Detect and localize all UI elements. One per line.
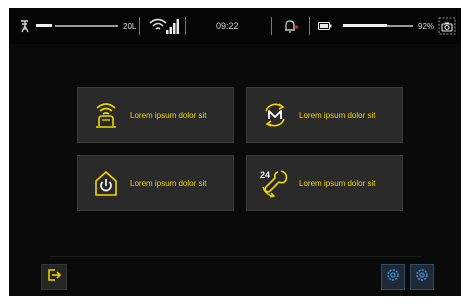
camera-icon[interactable] bbox=[438, 8, 456, 44]
volume-label: 20L bbox=[123, 21, 137, 31]
volume-label-wrap: 20L bbox=[123, 8, 136, 44]
settings-button-b[interactable] bbox=[410, 264, 434, 290]
wireless-charging-icon bbox=[90, 99, 122, 131]
tile-label: Lorem ipsum dolor sit bbox=[130, 110, 207, 120]
status-separator bbox=[309, 17, 310, 35]
bell-alert-icon[interactable] bbox=[283, 8, 299, 44]
tile-label: Lorem ipsum dolor sit bbox=[299, 178, 376, 188]
volume-bar-track bbox=[55, 25, 118, 27]
app-screen: 20L 09:22 92% Lorem ipsum dolor sit Lore… bbox=[9, 8, 461, 296]
tile-maintenance-cycle[interactable]: Lorem ipsum dolor sit bbox=[246, 87, 403, 143]
battery-bar-track bbox=[387, 25, 413, 27]
tile-wireless-charging[interactable]: Lorem ipsum dolor sit bbox=[77, 87, 234, 143]
settings-button-a[interactable] bbox=[381, 264, 405, 290]
exit-button[interactable] bbox=[41, 264, 67, 290]
exit-icon bbox=[46, 267, 62, 288]
status-bar: 20L 09:22 92% bbox=[9, 8, 461, 44]
status-separator bbox=[185, 17, 186, 35]
status-separator bbox=[271, 17, 272, 35]
battery-icon bbox=[318, 8, 332, 44]
battery-bar-fill bbox=[343, 24, 387, 27]
svg-text:24: 24 bbox=[260, 170, 270, 180]
tile-home-power[interactable]: Lorem ipsum dolor sit bbox=[77, 155, 234, 211]
tile-label: Lorem ipsum dolor sit bbox=[299, 110, 376, 120]
volume-bar-fill bbox=[36, 24, 52, 27]
home-power-icon bbox=[90, 167, 122, 199]
wifi-signal-icon bbox=[148, 8, 180, 44]
maintenance-cycle-icon bbox=[259, 99, 291, 131]
24h-service-icon: 24 bbox=[259, 167, 291, 199]
status-separator bbox=[139, 17, 140, 35]
battery-label: 92% bbox=[418, 21, 435, 31]
clock-time: 09:22 bbox=[216, 21, 239, 31]
gear-icon bbox=[414, 267, 430, 288]
antenna-wifi-icon bbox=[19, 8, 33, 44]
gear-icon bbox=[385, 267, 401, 288]
tile-24h-service[interactable]: 24 Lorem ipsum dolor sit bbox=[246, 155, 403, 211]
footer-divider bbox=[49, 256, 421, 257]
tile-label: Lorem ipsum dolor sit bbox=[130, 178, 207, 188]
time-wrap: 09:22 bbox=[216, 8, 239, 44]
battery-label-wrap: 92% bbox=[418, 8, 434, 44]
